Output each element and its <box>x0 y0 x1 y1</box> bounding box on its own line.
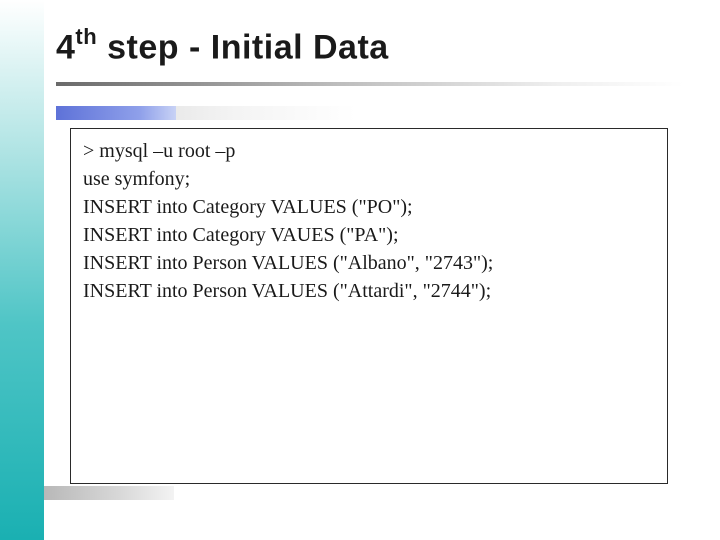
title-row: 4th step - Initial Data <box>56 24 696 86</box>
title-rest: step - Initial Data <box>97 28 389 66</box>
title-ordinal: th <box>75 24 97 49</box>
code-line: INSERT into Person VALUES ("Attardi", "2… <box>83 277 655 305</box>
code-line: use symfony; <box>83 165 655 193</box>
title-underline <box>56 82 684 86</box>
subtitle-bar-accent <box>56 106 176 120</box>
slide-title: 4th step - Initial Data <box>56 26 389 67</box>
bottom-accent-bar <box>44 486 174 500</box>
code-line: INSERT into Category VAUES ("PA"); <box>83 221 655 249</box>
code-line: INSERT into Category VALUES ("PO"); <box>83 193 655 221</box>
title-number: 4 <box>56 28 75 66</box>
code-line: > mysql –u root –p <box>83 137 655 165</box>
code-box: > mysql –u root –p use symfony; INSERT i… <box>70 128 668 484</box>
code-line: INSERT into Person VALUES ("Albano", "27… <box>83 249 655 277</box>
left-gradient-strip <box>0 0 44 540</box>
